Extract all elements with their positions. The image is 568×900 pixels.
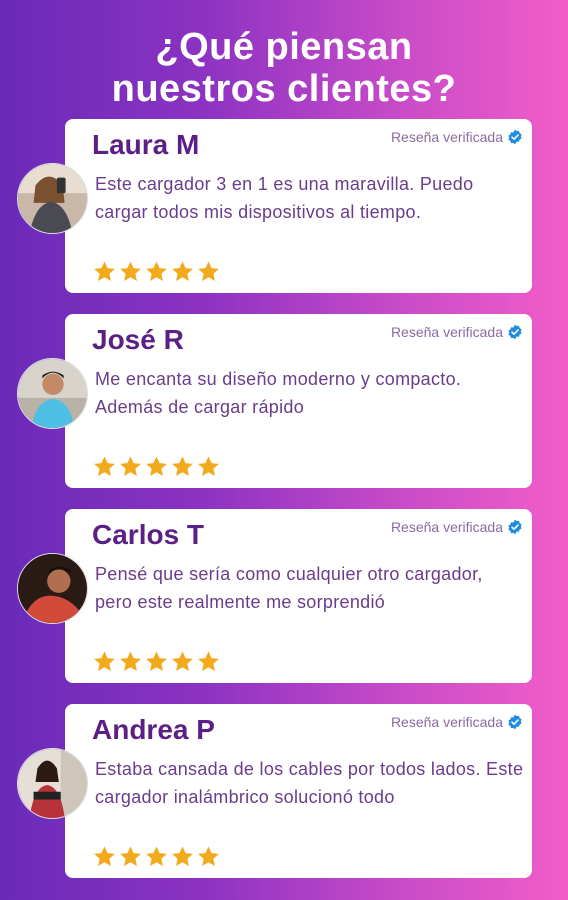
verified-label: Reseña verificada	[390, 714, 503, 730]
reviewer-name: Andrea P	[92, 714, 215, 745]
star-icon	[198, 261, 219, 281]
verified-badge: Reseña verificada	[391, 129, 523, 145]
review-text: Me encanta su diseño moderno y compacto.…	[95, 369, 462, 417]
rating-stars	[93, 455, 220, 478]
star-icon	[94, 846, 115, 866]
title-line-2: nuestros clientes?	[111, 68, 457, 110]
rating-stars	[93, 845, 220, 868]
avatar-laura	[17, 163, 88, 234]
star-icon	[172, 846, 193, 866]
verified-label: Reseña verificada	[390, 129, 503, 145]
verified-label: Reseña verificada	[390, 324, 503, 340]
star-icon	[146, 261, 167, 281]
star-icon	[146, 846, 167, 866]
star-icon	[94, 651, 115, 671]
review-card-carlos: Carlos T Reseña verificada Pensé que ser…	[65, 509, 532, 683]
star-icon	[120, 261, 141, 281]
verified-badge: Reseña verificada	[391, 714, 523, 730]
star-icon	[120, 651, 141, 671]
review-card-jose: José R Reseña verificada Me encanta su d…	[65, 314, 532, 488]
star-icon	[120, 456, 141, 476]
review-text: Este cargador 3 en 1 es una maravilla. P…	[95, 174, 474, 222]
verified-check-icon	[508, 714, 522, 730]
avatar-carlos	[17, 553, 88, 624]
verified-label: Reseña verificada	[390, 519, 503, 535]
review-text: Estaba cansada de los cables por todos l…	[95, 759, 524, 807]
verified-badge: Reseña verificada	[391, 519, 523, 535]
star-icon	[198, 846, 219, 866]
verified-check-icon	[508, 129, 522, 145]
avatar-andrea	[17, 748, 88, 819]
star-icon	[94, 261, 115, 281]
star-icon	[198, 456, 219, 476]
reviewer-name: Laura M	[92, 129, 200, 160]
review-card-laura: Laura M Reseña verificada Este cargador …	[65, 119, 532, 293]
star-icon	[172, 651, 193, 671]
rating-stars	[93, 650, 220, 673]
star-icon	[120, 846, 141, 866]
reviewer-name: Carlos T	[92, 519, 205, 550]
star-icon	[172, 456, 193, 476]
review-text: Pensé que sería como cualquier otro carg…	[95, 564, 483, 612]
star-icon	[146, 456, 167, 476]
star-icon	[94, 456, 115, 476]
verified-check-icon	[508, 519, 522, 535]
star-icon	[146, 651, 167, 671]
title-line-1: ¿Qué piensan	[155, 26, 413, 68]
review-card-andrea: Andrea P Reseña verificada Estaba cansad…	[65, 704, 532, 878]
star-icon	[198, 651, 219, 671]
reviewer-name: José R	[92, 324, 184, 355]
page-title: ¿Qué piensan nuestros clientes?	[0, 26, 568, 110]
verified-badge: Reseña verificada	[391, 324, 523, 340]
rating-stars	[93, 260, 220, 283]
verified-check-icon	[508, 324, 522, 340]
avatar-jose	[17, 358, 88, 429]
star-icon	[172, 261, 193, 281]
